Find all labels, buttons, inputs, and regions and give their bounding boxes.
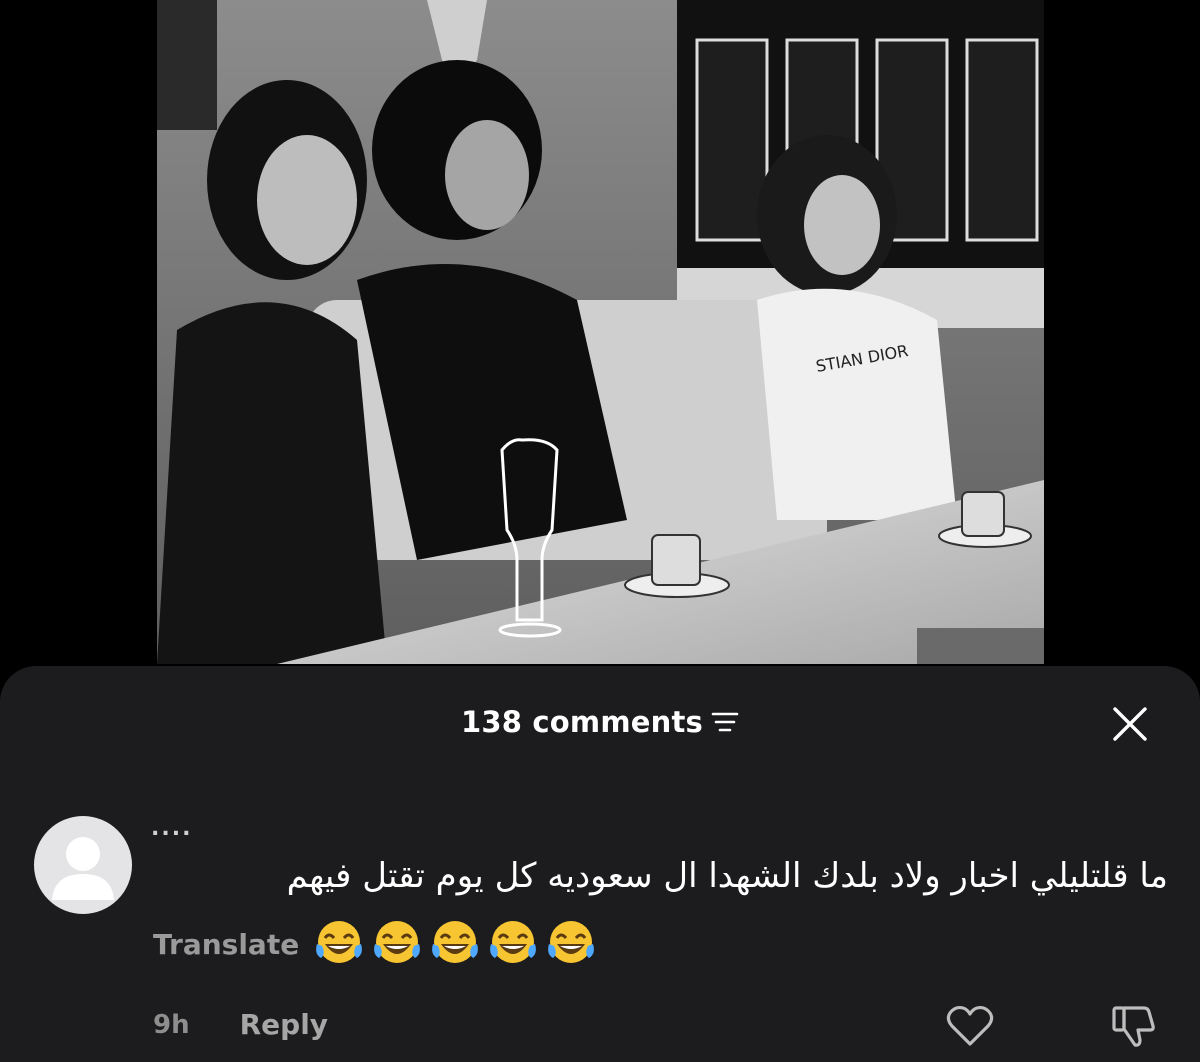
translate-link[interactable]: Translate xyxy=(153,928,299,961)
translate-row: Translate xyxy=(153,918,597,970)
tears-of-joy-emoji-icon xyxy=(374,921,421,963)
tears-of-joy-emoji-icon xyxy=(548,921,595,963)
post-photo[interactable]: STIAN DIOR xyxy=(157,0,1044,664)
heart-icon[interactable] xyxy=(946,1004,994,1048)
avatar[interactable] xyxy=(34,816,132,914)
screen: STIAN DIOR 138 comments .... ما قلتليلي … xyxy=(0,0,1200,1062)
default-avatar-icon xyxy=(52,837,114,900)
thumbs-down-icon[interactable] xyxy=(1110,1002,1158,1050)
sort-filter-icon[interactable] xyxy=(711,711,739,733)
comments-header: 138 comments xyxy=(0,702,1200,742)
comment-text: ما قلتليلي اخبار ولاد بلدك الشهدا ال سعو… xyxy=(286,856,1168,896)
photo-image: STIAN DIOR xyxy=(157,0,1044,664)
comment-time: 9h xyxy=(153,1009,190,1040)
comments-sheet: 138 comments .... ما قلتليلي اخبار ولاد … xyxy=(0,666,1200,1062)
close-icon[interactable] xyxy=(1112,706,1148,742)
tears-of-joy-emoji-icon xyxy=(490,921,537,963)
comment-username[interactable]: .... xyxy=(151,816,192,841)
tears-of-joy-emoji-icon xyxy=(432,921,479,963)
comment-item: .... ما قلتليلي اخبار ولاد بلدك الشهدا ا… xyxy=(0,806,1200,1056)
reply-button[interactable]: Reply xyxy=(240,1008,328,1041)
comment-meta-row: 9h Reply xyxy=(153,1008,328,1041)
comments-count: 138 comments xyxy=(460,705,704,739)
tears-of-joy-emoji-icon xyxy=(316,921,363,963)
emoji-group xyxy=(313,918,597,970)
